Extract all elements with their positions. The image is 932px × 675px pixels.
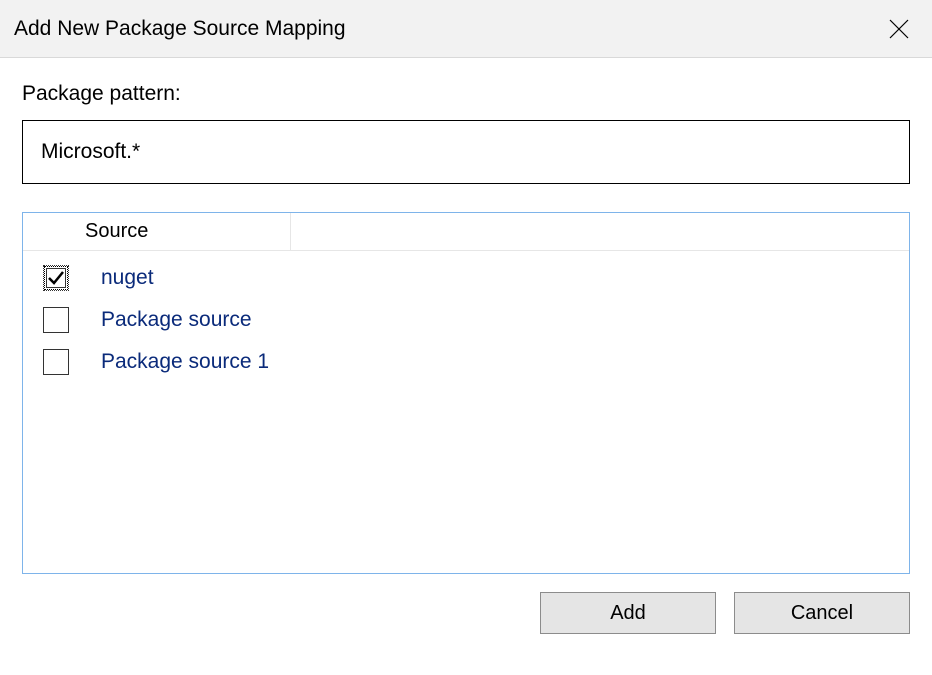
button-row: Add Cancel: [0, 574, 932, 634]
titlebar: Add New Package Source Mapping: [0, 0, 932, 58]
close-icon: [888, 18, 910, 40]
row-source-label: nuget: [101, 266, 154, 290]
checkmark-icon: [47, 269, 65, 287]
pattern-label: Package pattern:: [22, 82, 910, 106]
row-source-label: Package source: [101, 308, 252, 332]
dialog-title: Add New Package Source Mapping: [14, 17, 346, 41]
grid-row[interactable]: nuget: [23, 257, 909, 299]
grid-row[interactable]: Package source 1: [23, 341, 909, 383]
source-grid: Source nuget Package source Package source…: [22, 212, 910, 574]
dialog-content: Package pattern: Source nuget Package sou…: [0, 58, 932, 574]
add-button[interactable]: Add: [540, 592, 716, 634]
row-source-label: Package source 1: [101, 350, 269, 374]
grid-body: nuget Package source Package source 1: [23, 251, 909, 573]
row-checkbox[interactable]: [43, 349, 69, 375]
column-header-checkbox[interactable]: [23, 213, 81, 250]
grid-row[interactable]: Package source: [23, 299, 909, 341]
cancel-button[interactable]: Cancel: [734, 592, 910, 634]
close-button[interactable]: [884, 14, 914, 44]
grid-header: Source: [23, 213, 909, 251]
pattern-input[interactable]: [22, 120, 910, 184]
row-checkbox[interactable]: [43, 265, 69, 291]
row-checkbox[interactable]: [43, 307, 69, 333]
column-header-source[interactable]: Source: [81, 213, 291, 250]
